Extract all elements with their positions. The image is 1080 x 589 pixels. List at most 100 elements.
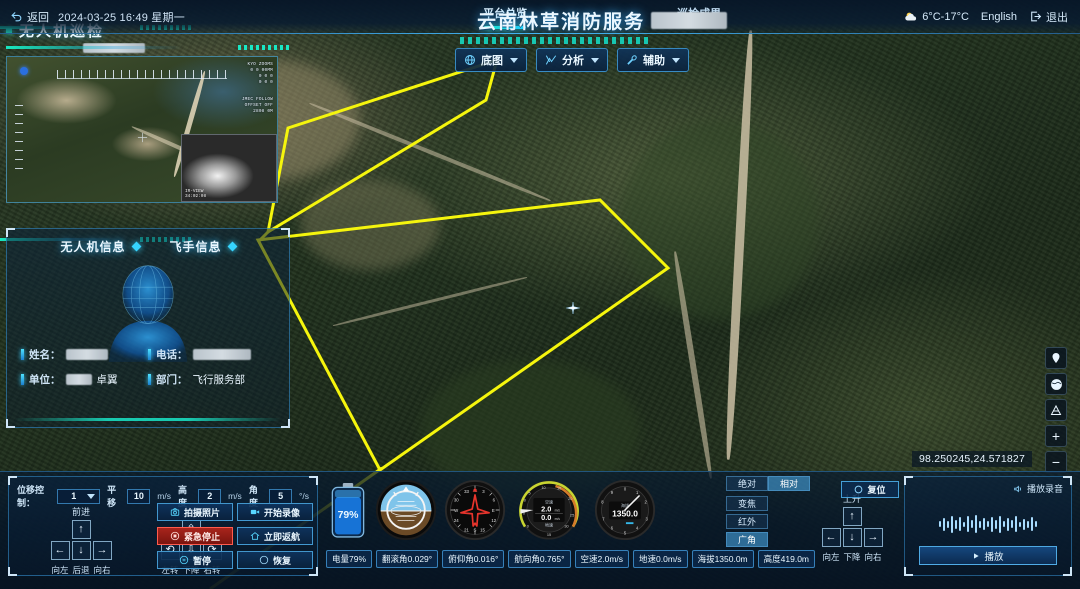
video-icon — [250, 509, 260, 515]
segment-relative[interactable]: 相对 — [768, 476, 810, 491]
alt-speed-input[interactable]: 2 — [198, 488, 222, 504]
audio-panel: 复位 播放录音 播放 — [841, 476, 1072, 576]
field-department: 部门： 飞行服务部 — [148, 372, 275, 387]
tab-uav-info[interactable]: 无人机信息 — [60, 238, 141, 255]
operator-info-card: 无人机信息 飞手信息 姓名： 电话： 单位： 卓翼 部门： 飞行服务部 — [6, 228, 290, 428]
wave-bar — [1011, 520, 1013, 528]
gimbal-left-button[interactable]: ← — [821, 528, 841, 547]
resume-button[interactable]: 恢复 — [237, 551, 313, 569]
drone-inspection-dashboard: 返回 2024-03-25 16:49 星期一 平台总览 巡检成果 云南林草消防… — [0, 0, 1080, 589]
title-rule-bar — [6, 46, 183, 49]
start-record-button[interactable]: 开始录像 — [237, 503, 313, 521]
title-rule — [6, 45, 290, 50]
card-footer-accent — [15, 418, 281, 421]
segment-absolute[interactable]: 绝对 — [726, 476, 768, 491]
svg-text:30: 30 — [564, 523, 568, 528]
osd-line: 0 0 0 — [258, 80, 273, 85]
corner-accent — [1063, 476, 1072, 485]
field-phone-redaction — [192, 349, 251, 360]
emergency-stop-button[interactable]: 紧急停止 — [157, 527, 233, 545]
gimbal-down-button[interactable]: ↓ — [842, 528, 862, 547]
measure-icon — [1050, 404, 1062, 415]
move-left-button[interactable]: ← — [50, 541, 70, 560]
angle-speed-input[interactable]: 5 — [269, 488, 292, 504]
tab-pilot-info-label: 飞手信息 — [169, 240, 222, 254]
field-company-key: 单位： — [29, 374, 61, 386]
gimbal-right-button[interactable]: → — [863, 528, 883, 547]
resume-icon — [259, 555, 269, 565]
measure-button[interactable] — [1045, 399, 1067, 421]
gimbal-dpad: 上升 ↑ ← ↓ → 向左 下降 向右 — [810, 492, 894, 563]
drone-position-marker[interactable] — [565, 300, 581, 316]
speed-gauge: 5 10 15 20 25 30 15 0 0 0 空速 2.0 m/s 0.0 m/s 地速 — [513, 479, 585, 546]
wave-bar — [983, 518, 985, 530]
reset-icon — [855, 485, 863, 494]
move-back-button[interactable]: ↓ — [71, 541, 91, 560]
move-left-label: 向左 — [51, 565, 69, 575]
operator-fields: 姓名： 电话： 单位： 卓翼 部门： 飞行服务部 — [7, 347, 289, 387]
wave-bar — [939, 521, 941, 527]
home-icon — [250, 532, 260, 540]
wave-bar — [947, 520, 949, 528]
pan-speed-value: 10 — [133, 491, 144, 501]
live-video-feed[interactable]: KYO ZOOMS 0 0 00MM 0 0 0 0 0 0 JMEC FOLL… — [6, 56, 278, 203]
angle-speed-unit: °/s — [298, 491, 309, 501]
corner-accent — [309, 476, 318, 485]
wave-bar — [963, 521, 965, 527]
chevron-down-icon — [672, 57, 680, 63]
move-forward-button[interactable]: ↑ — [71, 520, 91, 539]
location-pin-icon — [1052, 353, 1060, 363]
pan-speed-input[interactable]: 10 — [127, 488, 151, 504]
telemetry-gauges: 79% E S W 33 3 6 12 15 21 24 30 5 10 15 … — [326, 476, 718, 548]
take-photo-button[interactable]: 拍摄照片 — [157, 503, 233, 521]
return-home-button[interactable]: 立即返航 — [237, 527, 313, 545]
gimbal-dpad-labels: 向左 下降 向右 — [822, 551, 883, 563]
video-osd-top-right: KYO ZOOMS 0 0 00MM 0 0 0 0 0 0 — [247, 62, 273, 86]
video-rec-indicator — [20, 67, 28, 75]
svg-text:33: 33 — [464, 489, 469, 494]
app-title-redaction — [651, 12, 728, 29]
battery-percent-text: 79% — [338, 509, 359, 520]
back-label: 返回 — [27, 11, 49, 24]
analysis-button[interactable]: 分析 — [536, 48, 608, 72]
displacement-mode-select[interactable]: 1 — [57, 488, 101, 504]
corner-accent — [8, 476, 17, 485]
pause-button[interactable]: 暂停 — [157, 551, 233, 569]
header-datetime: 2024-03-25 16:49 星期一 — [58, 11, 185, 24]
readout-airspeed: 空速2.0m/s — [574, 550, 630, 568]
zoom-in-button[interactable]: + — [1045, 425, 1067, 447]
wave-bar — [951, 515, 953, 533]
field-bullet-icon — [148, 349, 151, 360]
wave-bar — [1015, 516, 1017, 532]
attitude-indicator-gauge — [375, 479, 437, 546]
play-button[interactable]: 播放 — [919, 546, 1057, 565]
move-dpad-row-top: ↑ — [71, 520, 91, 539]
basemap-toggle-button[interactable] — [1045, 373, 1067, 395]
reset-button[interactable]: 复位 — [841, 481, 899, 498]
basemap-button[interactable]: 底图 — [455, 48, 527, 72]
play-recording-button[interactable]: 播放录音 — [1013, 482, 1063, 495]
groundspeed-value: 0.0 — [541, 513, 551, 522]
mode-infrared[interactable]: 红外 — [726, 514, 768, 529]
gimbal-right-label: 向右 — [864, 552, 882, 562]
tab-pilot-info[interactable]: 飞手信息 — [169, 238, 237, 255]
corner-accent — [281, 419, 290, 428]
mode-zoom[interactable]: 变焦 — [726, 496, 768, 511]
locate-button[interactable] — [1045, 347, 1067, 369]
wave-bar — [979, 520, 981, 528]
zoom-out-icon: − — [1051, 454, 1061, 470]
move-right-button[interactable]: → — [92, 541, 112, 560]
auxiliary-button[interactable]: 辅助 — [617, 48, 689, 72]
zoom-out-button[interactable]: − — [1045, 451, 1067, 473]
mode-wide[interactable]: 广角 — [726, 532, 768, 547]
language-switch[interactable]: English — [981, 11, 1017, 23]
move-dpad-grid: ↑ ← ↓ → 向左 后退 向右 — [39, 520, 123, 576]
corner-accent — [6, 419, 15, 428]
readout-battery: 电量79% — [326, 550, 373, 568]
gimbal-up-button[interactable]: ↑ — [842, 507, 862, 526]
logout-button[interactable]: 退出 — [1029, 9, 1068, 25]
back-button[interactable]: 返回 — [10, 9, 49, 25]
infrared-inset-view[interactable]: IR-VIEW 34:02:08 — [181, 134, 277, 202]
wave-bar — [991, 516, 993, 532]
tab-uav-info-label: 无人机信息 — [60, 240, 126, 254]
